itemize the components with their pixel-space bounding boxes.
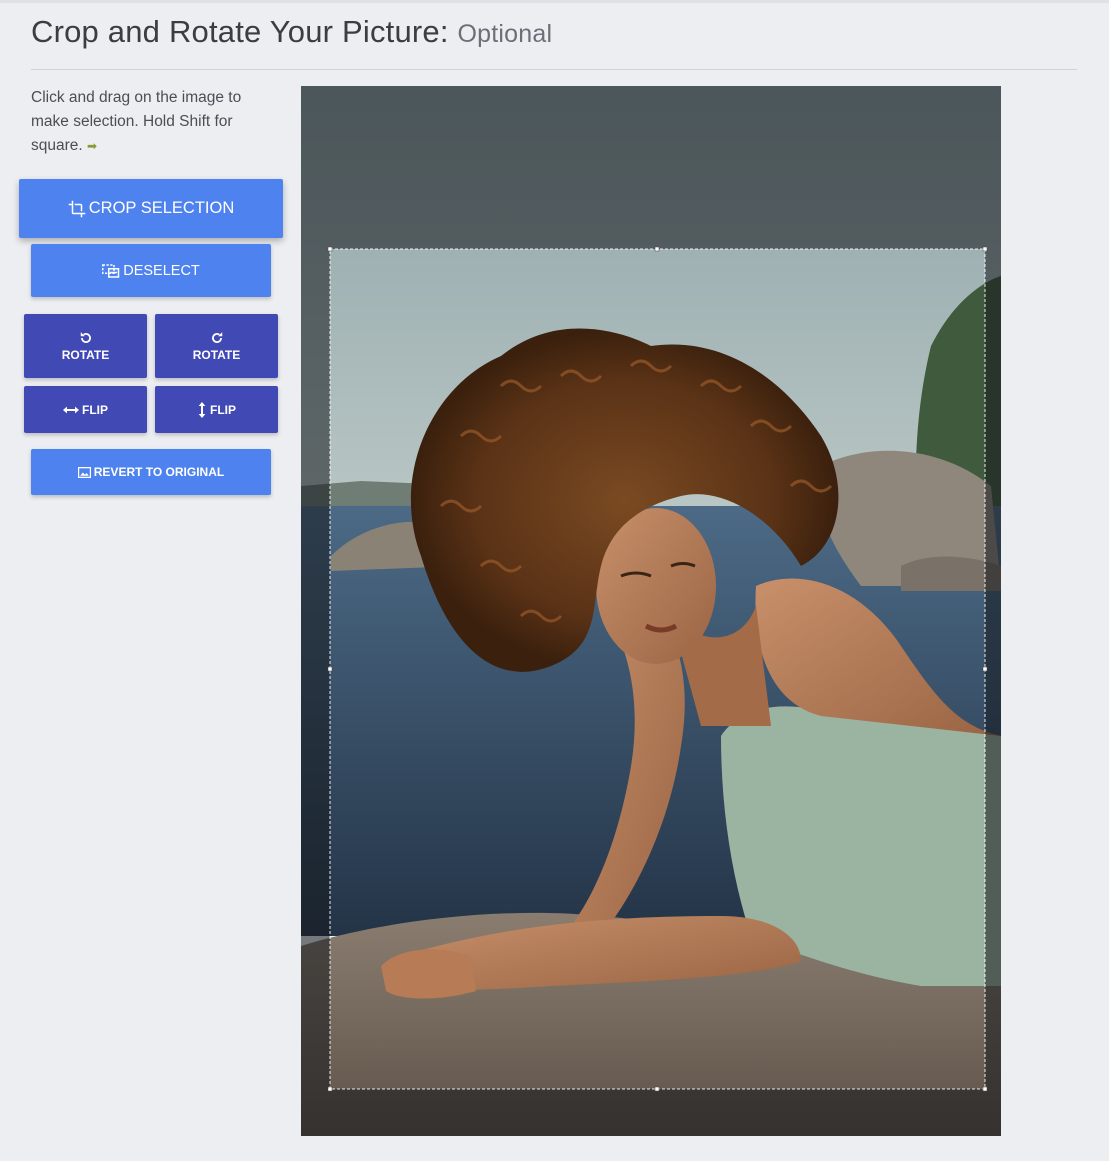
rotate-left-icon [79,331,93,345]
flip-vertical-icon [197,401,207,418]
instructions-text: Click and drag on the image to make sele… [31,89,242,154]
crop-selection-button[interactable]: CROP SELECTION [19,179,283,238]
top-border [0,0,1109,3]
crop-selection-label: CROP SELECTION [88,199,235,217]
arrow-right-icon: ➡ [87,139,98,153]
deselect-button[interactable]: DESELECT [31,244,271,297]
revert-to-original-button[interactable]: REVERT TO ORIGINAL [31,449,271,495]
page-subtitle: Optional [457,20,553,48]
revert-to-original-label: REVERT TO ORIGINAL [93,465,225,479]
page-title-text: Crop and Rotate Your Picture: [31,14,449,49]
rotate-right-icon [210,331,224,345]
page-title: Crop and Rotate Your Picture: Optional [31,14,552,50]
crop-icon [68,200,86,218]
photo-image[interactable] [301,86,1001,1136]
flip-horizontal-label: FLIP [82,402,108,417]
rotate-left-label: ROTATE [61,347,110,362]
rotate-right-button[interactable]: ROTATE [155,314,278,378]
crop-canvas[interactable] [301,86,1001,1136]
flip-horizontal-icon [63,405,79,415]
rotate-right-label: ROTATE [192,347,241,362]
instructions: Click and drag on the image to make sele… [31,86,261,158]
flip-vertical-button[interactable]: FLIP [155,386,278,433]
deselect-label: DESELECT [123,262,200,279]
header-divider [31,69,1077,70]
flip-horizontal-button[interactable]: FLIP [24,386,147,433]
image-icon [77,466,91,478]
flip-vertical-label: FLIP [210,402,236,417]
rotate-left-button[interactable]: ROTATE [24,314,147,378]
deselect-icon [102,263,120,279]
